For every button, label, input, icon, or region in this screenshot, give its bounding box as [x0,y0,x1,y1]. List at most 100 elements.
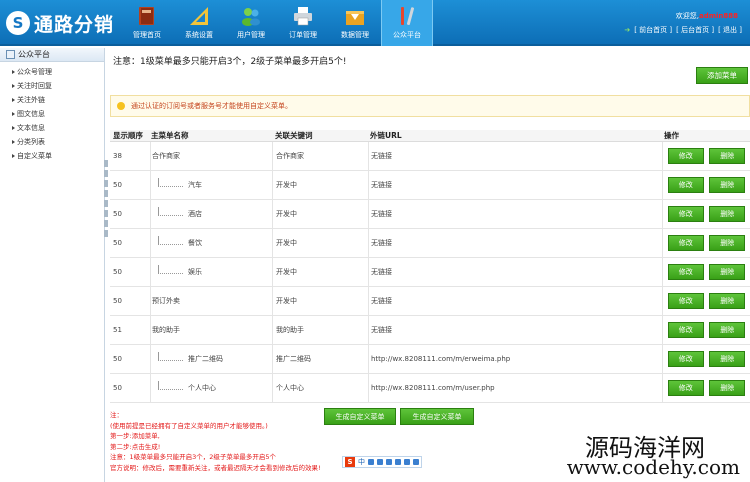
nav-home[interactable]: 管理首页 [121,0,173,46]
nav-settings[interactable]: 系统设置 [173,0,225,46]
usage-notes: 注： (使用前提是已经拥有了自定义菜单的用户才能够使用。) 第一步:添加菜单, … [110,410,325,473]
row-name-cell: 推广二维码 [150,345,272,373]
emoji-icon[interactable] [386,459,392,465]
row-name-cell: 预订外卖 [150,287,272,315]
nav-label: 系统设置 [185,31,213,39]
link-logout[interactable]: [ 退出 ] [718,25,742,35]
ime-mode-label[interactable]: 中 [358,457,365,467]
nav-data[interactable]: 数据管理 [329,0,381,46]
row-actions: 修改 删除 [662,171,750,199]
delete-button[interactable]: 删除 [709,322,746,338]
row-name-cell: 个人中心 [150,374,272,402]
row-name: 预订外卖 [152,297,180,305]
edit-button[interactable]: 修改 [667,293,704,309]
app-logo[interactable]: S 通路分销 [6,8,114,38]
ime-toolbar[interactable]: S 中 [342,456,422,468]
users-icon [242,8,260,26]
handle-notch [104,170,108,177]
handle-notch [104,160,108,167]
edit-button[interactable]: 修改 [667,235,704,251]
row-actions: 修改 删除 [662,142,750,170]
sidebar-item-news[interactable]: 图文信息 [0,107,104,121]
note-line: 第一步:添加菜单, [110,432,160,440]
sidebar-item-custom-menu[interactable]: 自定义菜单 [0,149,104,163]
sidebar-title: 公众平台 [18,50,50,59]
delete-button[interactable]: 删除 [709,293,746,309]
table-row: 50 汽车 开发中 无链接 修改 删除 [110,171,750,200]
row-actions: 修改 删除 [662,374,750,402]
row-keyword: 开发中 [272,200,368,228]
sidebar-item-categories[interactable]: 分类列表 [0,135,104,149]
edit-button[interactable]: 修改 [667,206,704,222]
delete-button[interactable]: 删除 [709,206,746,222]
nav-orders[interactable]: 订单管理 [277,0,329,46]
row-url: 无链接 [368,316,662,344]
row-keyword: 个人中心 [272,374,368,402]
handle-notch [104,230,108,237]
nav-label: 用户管理 [237,31,265,39]
sidebar-item-accounts[interactable]: 公众号管理 [0,65,104,79]
top-header: S 通路分销 管理首页 系统设置 用户管理 订单管理 数据管理 公众平台 欢迎您… [0,0,750,46]
row-url: http://wx.8208111.com/m/user.php [368,374,662,402]
nav-label: 数据管理 [341,31,369,39]
row-name-cell: 餐饮 [150,229,272,257]
nav-label: 管理首页 [133,31,161,39]
row-order: 50 [113,384,122,392]
watermark-url: www.codehy.com [566,455,740,479]
sidebar-collapse-handle[interactable] [104,160,109,238]
add-menu-button[interactable]: 添加菜单 [696,67,748,84]
handle-notch [104,200,108,207]
sidebar-item-follow-reply[interactable]: 关注时回复 [0,79,104,93]
delete-button[interactable]: 删除 [709,177,746,193]
delete-button[interactable]: 删除 [709,380,746,396]
delete-button[interactable]: 删除 [709,351,746,367]
link-frontend[interactable]: [ 前台首页 ] [634,25,672,35]
punctuation-icon[interactable] [377,459,383,465]
generate-menu-button-2[interactable]: 生成自定义菜单 [400,408,474,425]
generate-menu-button[interactable]: 生成自定义菜单 [324,408,396,425]
edit-button[interactable]: 修改 [667,351,704,367]
sidebar-list: 公众号管理 关注时回复 关注外链 图文信息 文本信息 分类列表 自定义菜单 [0,62,104,163]
skin-icon[interactable] [404,459,410,465]
row-name: 我的助手 [152,326,180,334]
edit-button[interactable]: 修改 [667,322,704,338]
row-name: 餐饮 [188,239,202,247]
row-url: 无链接 [368,200,662,228]
sidebar-item-text[interactable]: 文本信息 [0,121,104,135]
col-actions: 操作 [664,131,679,140]
row-url: 无链接 [368,287,662,315]
welcome-label: 欢迎您, [675,12,699,20]
handle-notch [104,180,108,187]
delete-button[interactable]: 删除 [709,264,746,280]
keyboard-icon[interactable] [395,459,401,465]
note-line: 官方说明：修改后，需要重新关注，或者最迟隔天才会看到修改后的效果! [110,463,321,472]
row-keyword: 开发中 [272,287,368,315]
row-url: 无链接 [368,142,662,170]
lightbulb-icon [117,102,125,110]
header-links: ➔ [ 前台首页 ] [ 后台首页 ] [ 退出 ] [624,25,742,35]
row-keyword: 我的助手 [272,316,368,344]
edit-button[interactable]: 修改 [667,380,704,396]
table-row: 38 合作商家 合作商家 无链接 修改 删除 [110,142,750,171]
row-actions: 修改 删除 [662,258,750,286]
nav-public-platform[interactable]: 公众平台 [381,0,433,46]
tools-icon[interactable] [413,459,419,465]
row-name: 汽车 [188,181,202,189]
download-box-icon [346,11,364,25]
row-url: 无链接 [368,258,662,286]
delete-button[interactable]: 删除 [709,148,746,164]
moon-icon[interactable] [368,459,374,465]
edit-button[interactable]: 修改 [667,264,704,280]
row-name-cell: 娱乐 [150,258,272,286]
col-keyword: 关联关键词 [275,131,313,140]
row-actions: 修改 删除 [662,345,750,373]
edit-button[interactable]: 修改 [667,177,704,193]
sidebar-item-follow-link[interactable]: 关注外链 [0,93,104,107]
tree-branch [158,236,183,245]
table-body: 38 合作商家 合作商家 无链接 修改 删除 50 汽车 开发中 无链接 修改 删除 50 酒店 开发中 无链… [110,142,750,403]
delete-button[interactable]: 删除 [709,235,746,251]
link-backend[interactable]: [ 后台首页 ] [676,25,714,35]
note-line: 第二步:点击生成! [110,442,161,451]
nav-users[interactable]: 用户管理 [225,0,277,46]
edit-button[interactable]: 修改 [667,148,704,164]
